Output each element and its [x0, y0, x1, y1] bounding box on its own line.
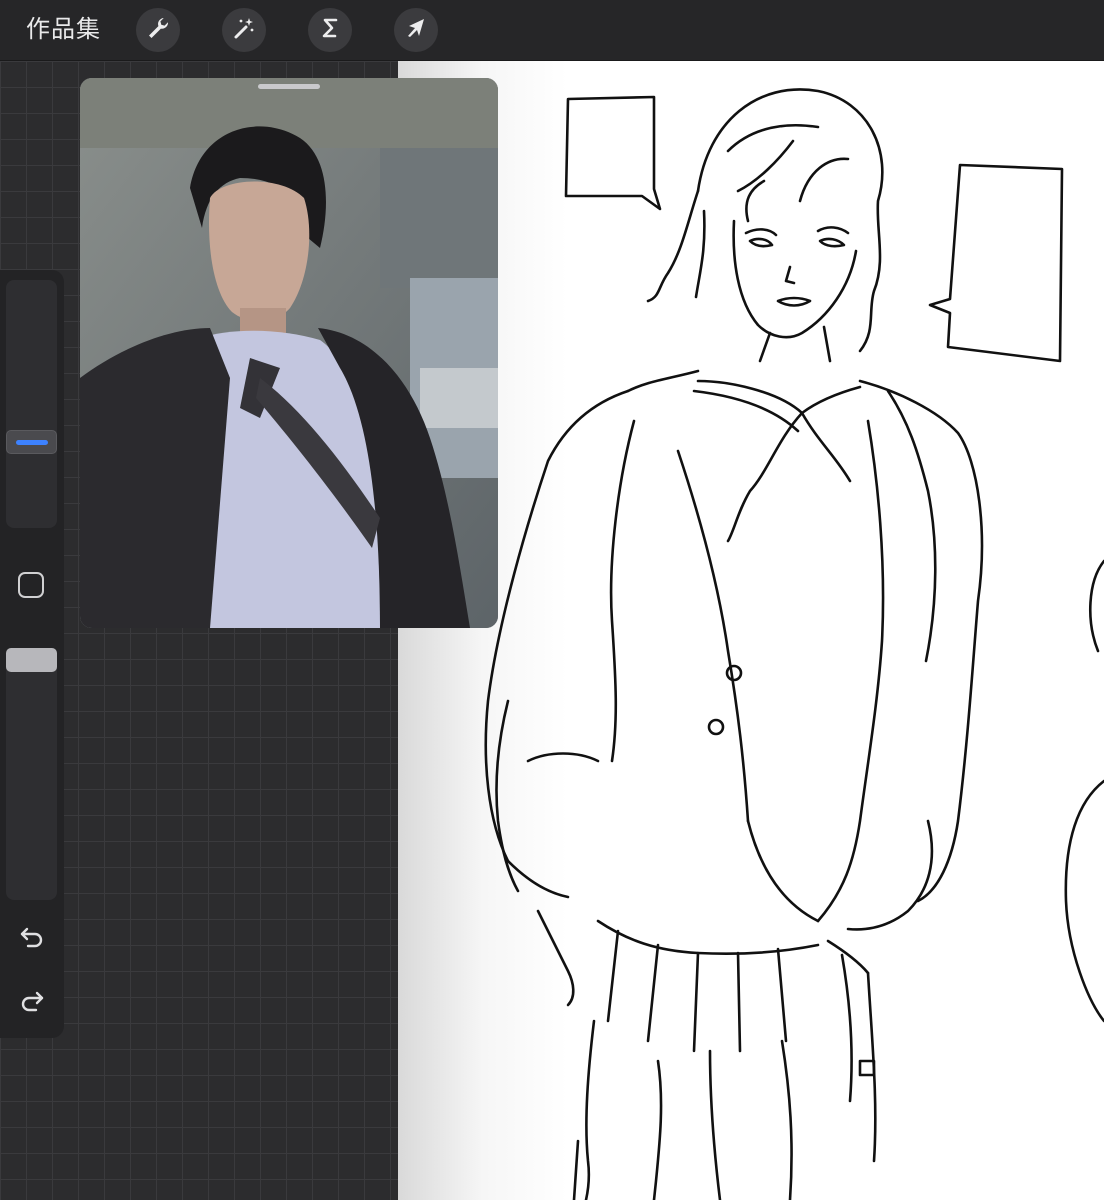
- drawing-canvas[interactable]: [398, 61, 1104, 1200]
- wrench-icon: [145, 15, 171, 45]
- opacity-slider[interactable]: [6, 648, 57, 900]
- brush-sidebar: [0, 270, 64, 1038]
- gallery-button[interactable]: 作品集: [26, 12, 101, 46]
- transform-button[interactable]: [394, 8, 438, 52]
- line-art-drawing: [484, 88, 1104, 1200]
- arrow-cursor-icon: [403, 15, 429, 45]
- top-toolbar: 作品集: [0, 0, 1104, 61]
- opacity-handle[interactable]: [6, 648, 57, 672]
- modify-button[interactable]: [18, 572, 44, 598]
- brush-size-slider[interactable]: [6, 280, 57, 528]
- actions-button[interactable]: [136, 8, 180, 52]
- selection-button[interactable]: [308, 8, 352, 52]
- adjustments-button[interactable]: [222, 8, 266, 52]
- brush-size-handle[interactable]: [6, 430, 57, 454]
- reference-drag-handle[interactable]: [258, 84, 320, 89]
- undo-arrow-icon: [16, 927, 48, 956]
- magic-wand-icon: [231, 15, 257, 45]
- reference-window[interactable]: [80, 78, 498, 628]
- redo-arrow-icon: [16, 991, 48, 1020]
- selection-s-icon: [317, 15, 343, 45]
- redo-button[interactable]: [16, 984, 48, 1016]
- reference-photo: [80, 78, 498, 628]
- undo-button[interactable]: [16, 920, 48, 952]
